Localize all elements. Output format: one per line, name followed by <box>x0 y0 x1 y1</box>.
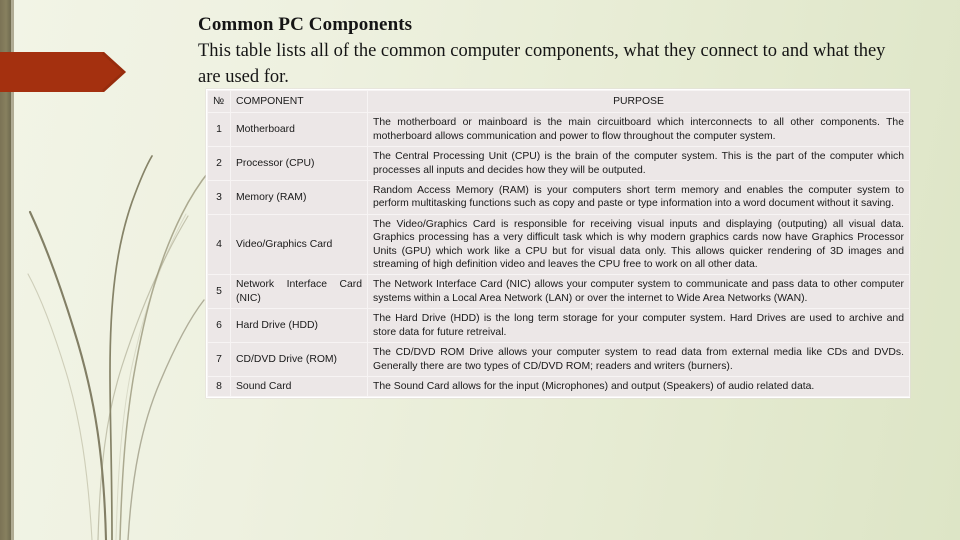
cell-component: CD/DVD Drive (ROM) <box>230 342 368 377</box>
cell-component: Sound Card <box>230 375 368 398</box>
cell-no: 7 <box>207 342 231 377</box>
cell-purpose: The CD/DVD ROM Drive allows your compute… <box>367 342 910 377</box>
components-table-wrapper: № COMPONENT PURPOSE 1 Motherboard The moth… <box>206 89 910 399</box>
cell-purpose: Random Access Memory (RAM) is your compu… <box>367 180 910 215</box>
table-row: 6 Hard Drive (HDD) The Hard Drive (HDD) is… <box>207 308 910 344</box>
table-row: 7 CD/DVD Drive (ROM) The CD/DVD ROM Drive … <box>207 342 910 377</box>
cell-purpose: The Sound Card allows for the input (Mic… <box>367 375 910 398</box>
cell-no: 1 <box>207 112 231 148</box>
page-subtitle: This table lists all of the common compu… <box>198 41 886 87</box>
cell-purpose: The motherboard or mainboard is the main… <box>367 112 910 148</box>
cell-no: 3 <box>207 180 231 215</box>
column-header-purpose: PURPOSE <box>367 89 910 114</box>
cell-component: Video/Graphics Card <box>230 213 368 276</box>
table-row: 3 Memory (RAM) Random Access Memory (RAM) … <box>207 180 910 215</box>
cell-no: 2 <box>207 146 231 182</box>
page-title: Common PC Components <box>198 14 413 35</box>
arrow-banner-shape <box>0 52 126 92</box>
column-header-component: COMPONENT <box>230 89 368 114</box>
cell-component: Processor (CPU) <box>230 146 368 182</box>
table-row: 4 Video/Graphics Card The Video/Graphics C… <box>207 213 910 276</box>
cell-component: Motherboard <box>230 112 368 148</box>
components-table: № COMPONENT PURPOSE 1 Motherboard The moth… <box>207 89 910 398</box>
cell-component: Memory (RAM) <box>230 180 368 215</box>
slide-canvas: Common PC Components This table lists al… <box>0 0 960 540</box>
cell-purpose: The Network Interface Card (NIC) allows … <box>367 274 910 310</box>
table-row: 8 Sound Card The Sound Card allows for the… <box>207 375 910 398</box>
cell-no: 5 <box>207 274 231 310</box>
cell-component: Network Interface Card (NIC) <box>230 274 368 310</box>
cell-component: Hard Drive (HDD) <box>230 308 368 344</box>
table-row: 5 Network Interface Card (NIC) The Network… <box>207 274 910 310</box>
cell-purpose: The Video/Graphics Card is responsible f… <box>367 213 910 276</box>
table-body: 1 Motherboard The motherboard or mainboard… <box>207 112 910 398</box>
table-header-row: № COMPONENT PURPOSE <box>207 89 910 114</box>
cell-purpose: The Central Processing Unit (CPU) is the… <box>367 146 910 182</box>
title-block: Common PC Components This table lists al… <box>198 12 912 90</box>
table-row: 1 Motherboard The motherboard or mainboard… <box>207 112 910 148</box>
cell-no: 4 <box>207 213 231 276</box>
cell-no: 6 <box>207 308 231 344</box>
column-header-no: № <box>207 89 231 114</box>
cell-purpose: The Hard Drive (HDD) is the long term st… <box>367 308 910 344</box>
cell-no: 8 <box>207 375 231 398</box>
table-row: 2 Processor (CPU) The Central Processing U… <box>207 146 910 182</box>
